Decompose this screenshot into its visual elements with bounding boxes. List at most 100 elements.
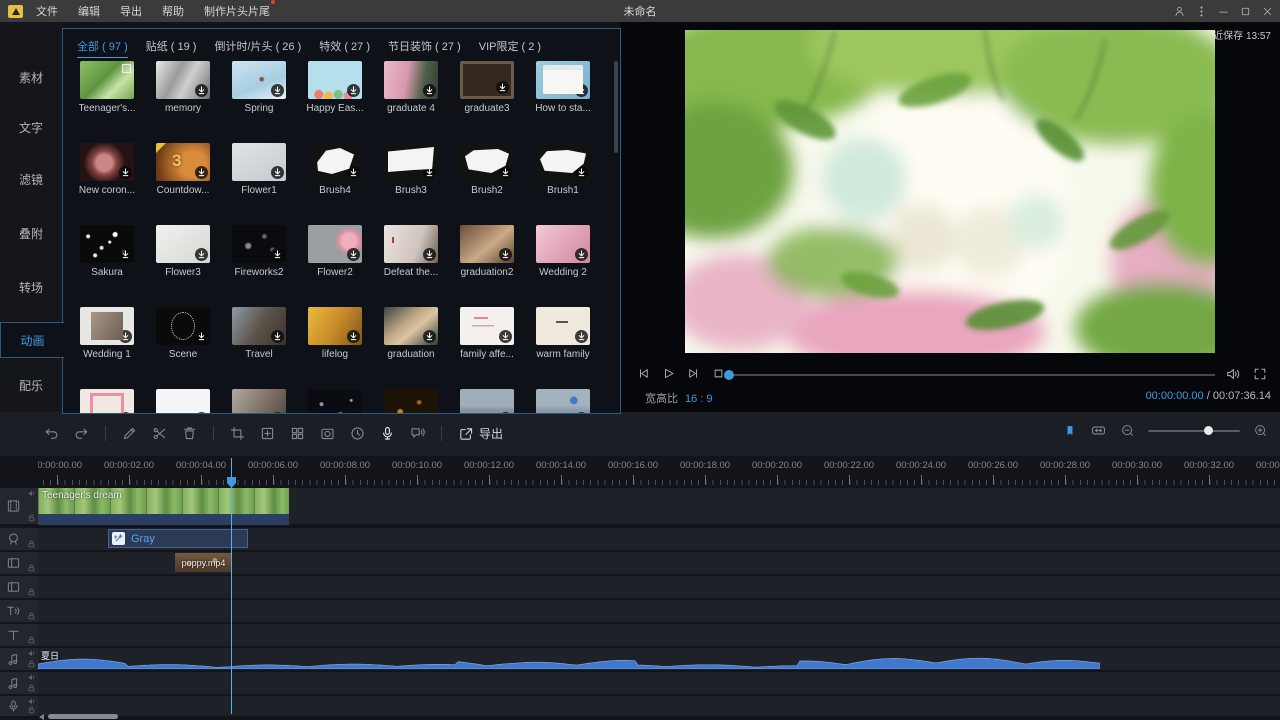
- thumbnail-graytree[interactable]: [156, 61, 210, 99]
- menu-item-0[interactable]: 文件: [36, 3, 58, 19]
- download-icon[interactable]: [496, 81, 509, 94]
- edit-button[interactable]: [118, 422, 141, 445]
- library-item[interactable]: family affe...: [449, 303, 525, 385]
- thumbnail-notepad[interactable]: [536, 61, 590, 99]
- thumbnail-fireworks[interactable]: [232, 225, 286, 263]
- mosaic-button[interactable]: [286, 422, 309, 445]
- library-item[interactable]: Wedding 1: [69, 303, 145, 385]
- crop-button[interactable]: [226, 422, 249, 445]
- library-item-partial[interactable]: [69, 385, 145, 414]
- download-icon[interactable]: [195, 166, 208, 179]
- timeline-ruler[interactable]: 00:00:00.0000:00:02.0000:00:04.0000:00:0…: [38, 458, 1280, 486]
- track-text-5[interactable]: [0, 624, 1280, 646]
- library-item[interactable]: graduation2: [449, 221, 525, 303]
- download-icon[interactable]: [271, 412, 284, 414]
- library-item-partial[interactable]: [373, 385, 449, 414]
- clip-video-main[interactable]: Teenager's dream: [38, 488, 289, 524]
- library-item[interactable]: graduate3: [449, 57, 525, 139]
- thumbnail-chalk[interactable]: [460, 61, 514, 99]
- thumbnail-scene[interactable]: [156, 307, 210, 345]
- track-lock-icon[interactable]: [28, 684, 35, 692]
- account-icon[interactable]: [1173, 5, 1186, 18]
- track-lock-icon[interactable]: [28, 514, 35, 522]
- redo-button[interactable]: [70, 422, 93, 445]
- download-icon[interactable]: [271, 84, 284, 97]
- seek-handle[interactable]: [724, 370, 734, 380]
- sidebar-item-5[interactable]: 动画: [0, 322, 64, 358]
- minimize-button[interactable]: [1217, 5, 1230, 18]
- download-icon[interactable]: [423, 166, 436, 179]
- thumbnail-brush1[interactable]: [536, 143, 590, 181]
- track-pip-3[interactable]: [0, 576, 1280, 598]
- export-button[interactable]: 导出: [458, 425, 503, 442]
- library-tab-3[interactable]: 特效 ( 27 ): [319, 38, 370, 58]
- library-item[interactable]: Teenager's...: [69, 57, 145, 139]
- thumbnail-blossom[interactable]: [384, 61, 438, 99]
- sidebar-item-4[interactable]: 转场: [0, 270, 62, 304]
- download-icon[interactable]: [347, 84, 360, 97]
- menu-item-3[interactable]: 帮助: [162, 3, 184, 19]
- playhead-line[interactable]: [231, 458, 232, 714]
- library-item-partial[interactable]: [221, 385, 297, 414]
- library-tab-2[interactable]: 倒计时/片头 ( 26 ): [214, 38, 301, 58]
- duration-button[interactable]: [346, 422, 369, 445]
- zoom-button[interactable]: [256, 422, 279, 445]
- next-frame-button[interactable]: [686, 366, 701, 381]
- track-audio-icon[interactable]: [28, 650, 35, 657]
- download-icon[interactable]: [423, 412, 436, 414]
- seek-bar[interactable]: [728, 374, 1215, 376]
- thumbnail-darkdots[interactable]: [308, 389, 362, 414]
- download-icon[interactable]: [347, 166, 360, 179]
- download-icon[interactable]: [119, 248, 132, 261]
- volume-icon[interactable]: [1225, 366, 1241, 382]
- download-icon[interactable]: [499, 248, 512, 261]
- download-icon[interactable]: [423, 330, 436, 343]
- horizontal-scrollbar[interactable]: [48, 714, 118, 719]
- library-item[interactable]: Defeat the...: [373, 221, 449, 303]
- track-music-6[interactable]: 夏日: [0, 648, 1280, 670]
- thumbnail-sky[interactable]: [232, 61, 286, 99]
- library-tab-1[interactable]: 贴纸 ( 19 ): [146, 38, 197, 58]
- thumbnail-countdown[interactable]: 3: [156, 143, 210, 181]
- sidebar-item-6[interactable]: 配乐: [0, 368, 62, 402]
- download-icon[interactable]: [575, 84, 588, 97]
- track-audio-icon[interactable]: [28, 674, 35, 681]
- thumbnail-virus[interactable]: [80, 143, 134, 181]
- library-item[interactable]: How to sta...: [525, 57, 601, 139]
- download-icon[interactable]: [575, 166, 588, 179]
- library-item[interactable]: Scene: [145, 303, 221, 385]
- thumbnail-person[interactable]: [232, 389, 286, 414]
- sidebar-item-1[interactable]: 文字: [0, 110, 62, 144]
- aspect-ratio[interactable]: 宽高比16 : 9: [645, 390, 713, 406]
- zoom-in-icon[interactable]: [1253, 423, 1268, 438]
- delete-button[interactable]: [178, 422, 201, 445]
- download-icon[interactable]: [195, 330, 208, 343]
- library-item[interactable]: New coron...: [69, 139, 145, 221]
- track-lock-icon[interactable]: [28, 588, 35, 596]
- previous-frame-button[interactable]: [636, 366, 651, 381]
- library-item-partial[interactable]: [145, 385, 221, 414]
- download-icon[interactable]: [347, 412, 360, 414]
- clip-pip-poppy[interactable]: poppy.mp4: [175, 553, 232, 572]
- library-item[interactable]: Flower1: [221, 139, 297, 221]
- thumbnail-flower3[interactable]: [156, 225, 210, 263]
- thumbnail-cert[interactable]: [384, 307, 438, 345]
- library-item[interactable]: Flower3: [145, 221, 221, 303]
- download-icon[interactable]: [195, 412, 208, 414]
- track-lock-icon[interactable]: [28, 540, 35, 548]
- menu-item-2[interactable]: 导出: [120, 3, 142, 19]
- track-filter-1[interactable]: Gray: [0, 528, 1280, 550]
- play-button[interactable]: [661, 366, 676, 381]
- track-tts-4[interactable]: [0, 600, 1280, 622]
- thumbnail-sakura[interactable]: [80, 225, 134, 263]
- track-lock-icon[interactable]: [28, 612, 35, 620]
- library-item-partial[interactable]: [525, 385, 601, 414]
- download-icon[interactable]: [119, 412, 132, 414]
- track-lock-icon[interactable]: [28, 564, 35, 572]
- library-item[interactable]: Happy Eas...: [297, 57, 373, 139]
- hscroll-left-arrow[interactable]: [39, 714, 44, 720]
- thumbnail-flower2[interactable]: [308, 225, 362, 263]
- timeline-zoom-slider[interactable]: [1148, 430, 1240, 432]
- thumbnail-light[interactable]: [232, 143, 286, 181]
- download-icon[interactable]: [195, 248, 208, 261]
